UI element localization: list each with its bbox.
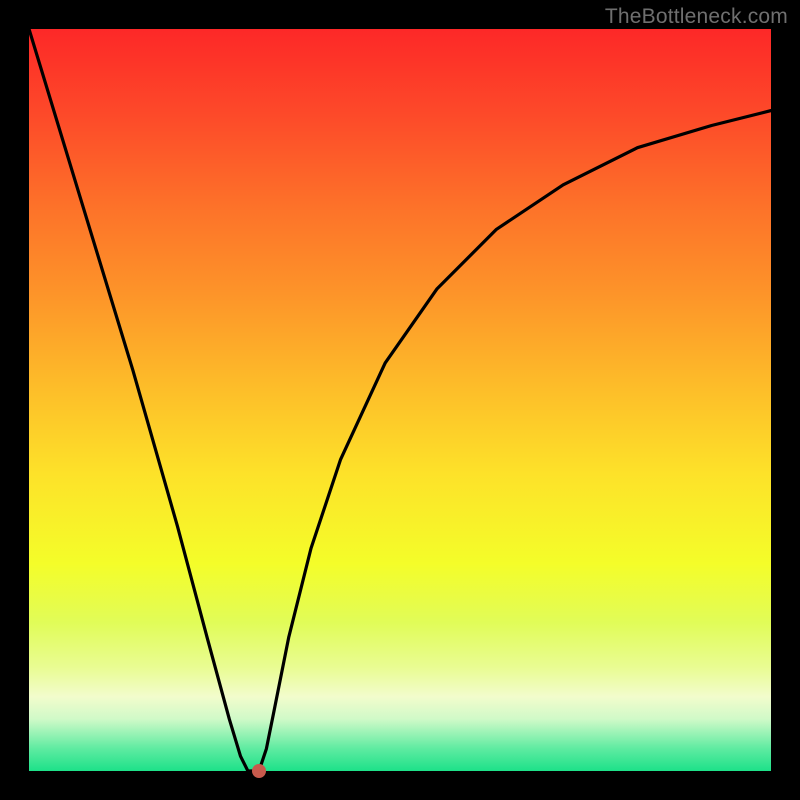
watermark-text: TheBottleneck.com <box>605 5 788 29</box>
chart-container: TheBottleneck.com <box>0 0 800 800</box>
bottleneck-curve <box>29 29 771 771</box>
plot-area <box>29 29 771 771</box>
marker-dot <box>252 764 266 778</box>
curve-svg <box>29 29 771 771</box>
